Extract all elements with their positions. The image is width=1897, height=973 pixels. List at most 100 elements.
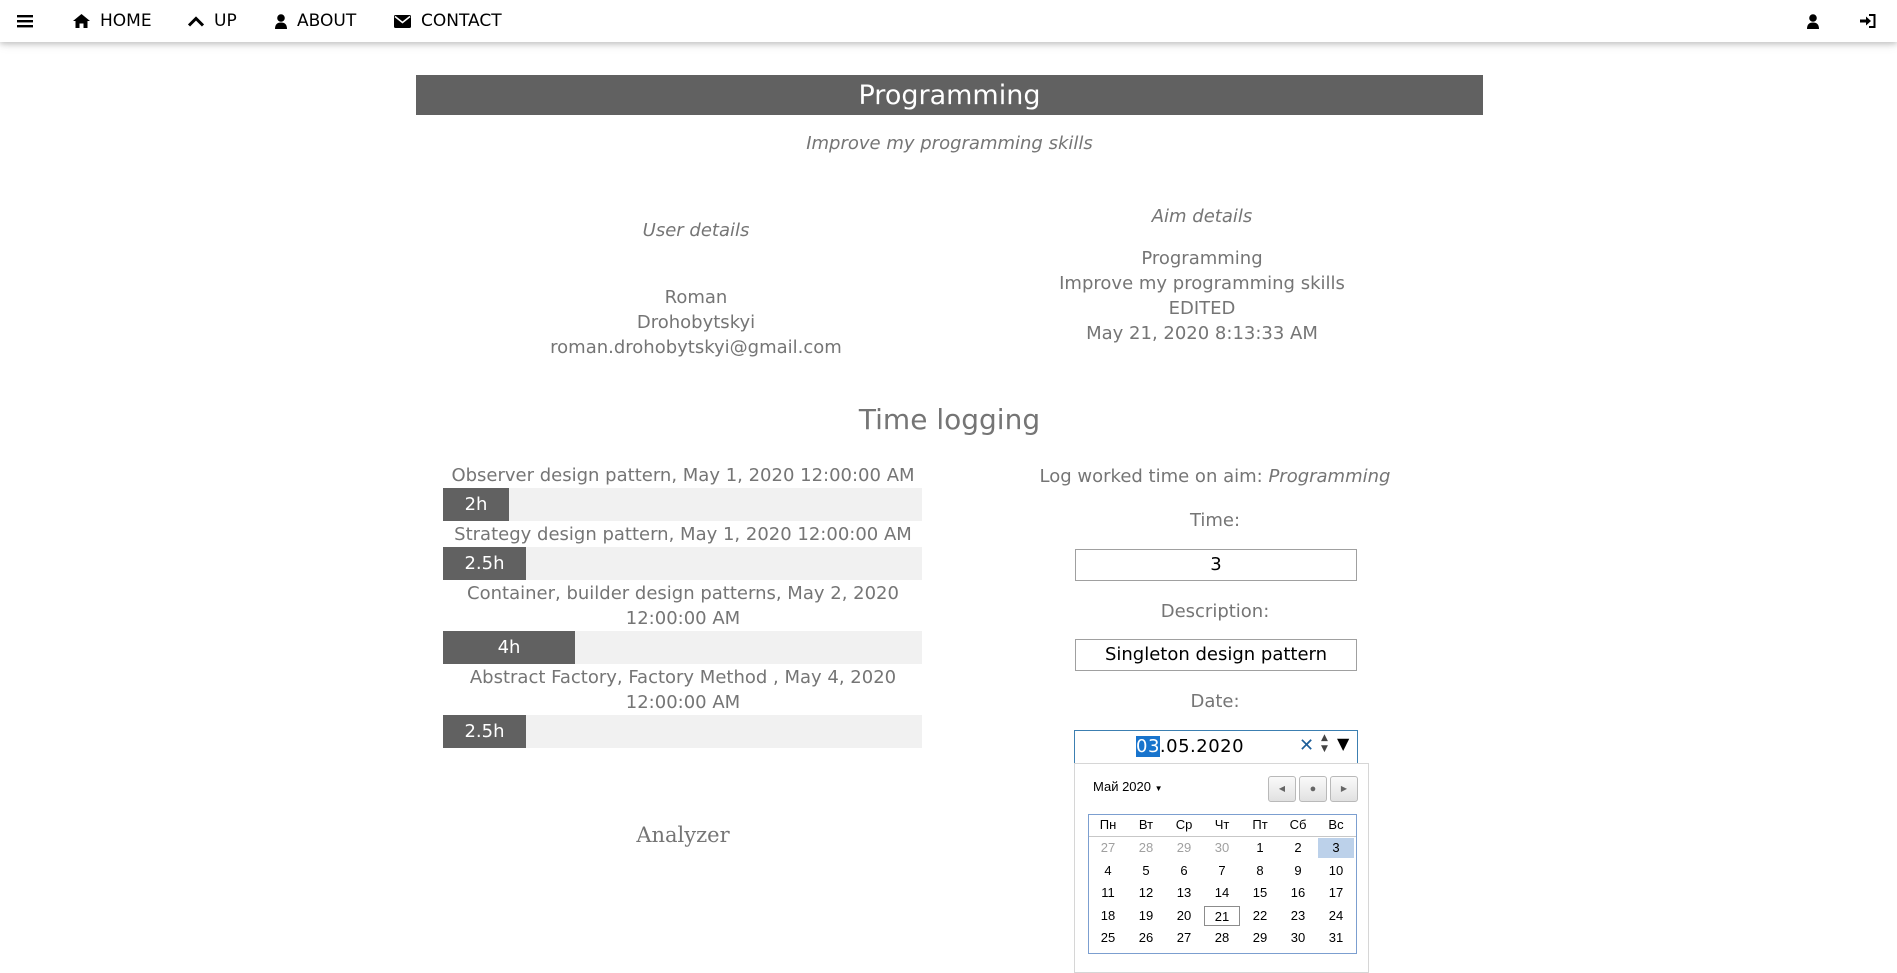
calendar-day[interactable]: 4 [1090, 861, 1126, 881]
date-day-segment[interactable]: 03 [1136, 736, 1160, 757]
time-input[interactable] [1075, 549, 1357, 581]
log-entry-title: Strategy design pattern, May 1, 2020 12:… [454, 524, 912, 545]
log-hours-fill: 4h [443, 631, 575, 664]
weekday-header: Вт [1138, 817, 1154, 832]
nav-up-label: UP [214, 11, 237, 31]
calendar-day[interactable]: 7 [1204, 861, 1240, 881]
calendar-day[interactable]: 21 [1204, 905, 1240, 926]
weekday-header: Пт [1252, 817, 1268, 832]
calendar-day[interactable]: 5 [1128, 861, 1164, 881]
calendar-day[interactable]: 15 [1242, 883, 1278, 903]
month-select[interactable]: Май 2020 ▼ [1093, 779, 1163, 794]
date-input[interactable]: 03.05.2020 ✕ ▲ ▼ ▼ [1074, 730, 1358, 764]
calendar-day[interactable]: 3 [1318, 838, 1354, 858]
calendar-day[interactable]: 30 [1280, 928, 1316, 948]
log-entry-title-line: Container, builder design patterns, May … [467, 583, 899, 604]
weekday-header: Сб [1289, 817, 1307, 832]
log-hours-fill: 2.5h [443, 715, 526, 748]
top-navbar: HOME UP ABOUT CONTACT [0, 0, 1897, 42]
description-label: Description: [1160, 601, 1270, 622]
weekday-header: Вс [1328, 817, 1344, 832]
calendar-grid: Пн Вт Ср Чт Пт Сб Вс 27 28 29 30 1 2 3 4 5 6 7 8 9 10 11 12 13 1… [1088, 814, 1357, 954]
calendar-day[interactable]: 18 [1090, 906, 1126, 926]
log-hours-fill: 2.5h [443, 547, 526, 580]
sign-in-icon[interactable] [1860, 0, 1876, 42]
log-hours-fill: 2h [443, 488, 509, 521]
account-icon[interactable] [1807, 0, 1819, 42]
log-entry-title: Container, builder design patterns, May … [443, 581, 923, 631]
calendar-header-divider [1089, 836, 1356, 837]
time-label: Time: [1189, 510, 1241, 531]
description-input[interactable] [1075, 639, 1357, 671]
aim-title-bar: Programming [416, 75, 1483, 115]
prev-month-button[interactable]: ◀ [1268, 776, 1296, 802]
weekday-header: Чт [1214, 817, 1230, 832]
log-hours-bar: 2.5h [443, 715, 922, 748]
calendar-day[interactable]: 27 [1166, 928, 1202, 948]
calendar-day[interactable]: 28 [1128, 838, 1164, 858]
nav-home-label: HOME [100, 11, 152, 31]
dropdown-arrow-icon[interactable]: ▼ [1337, 734, 1349, 753]
today-button[interactable]: ● [1299, 776, 1327, 802]
calendar-day[interactable]: 19 [1128, 906, 1164, 926]
aim-detail-date: May 21, 2020 8:13:33 AM [1086, 323, 1318, 344]
calendar-day[interactable]: 30 [1204, 838, 1240, 858]
calendar-day[interactable]: 12 [1128, 883, 1164, 903]
user-last-name: Drohobytskyi [636, 312, 756, 333]
calendar-day[interactable]: 8 [1242, 861, 1278, 881]
user-first-name: Roman [664, 287, 728, 308]
log-hours-bar: 4h [443, 631, 922, 664]
user-icon [275, 13, 287, 29]
user-email: roman.drohobytskyi@gmail.com [550, 337, 842, 358]
calendar-day[interactable]: 11 [1090, 883, 1126, 903]
calendar-day[interactable]: 20 [1166, 906, 1202, 926]
weekday-header: Ср [1175, 817, 1193, 832]
calendar-day[interactable]: 28 [1204, 928, 1240, 948]
date-rest-segment[interactable]: .05.2020 [1160, 736, 1244, 757]
calendar-day[interactable]: 10 [1318, 861, 1354, 881]
next-month-button[interactable]: ▶ [1330, 776, 1358, 802]
date-picker-popup: Май 2020 ▼ ◀ ● ▶ Пн Вт Ср Чт Пт Сб Вс 27 28 29 30 1… [1074, 763, 1369, 973]
calendar-day[interactable]: 2 [1280, 838, 1316, 858]
calendar-day[interactable]: 29 [1242, 928, 1278, 948]
clear-icon[interactable]: ✕ [1299, 735, 1314, 756]
calendar-day[interactable]: 23 [1280, 906, 1316, 926]
nav-up-link[interactable]: UP [188, 0, 237, 42]
date-value: 03.05.2020 [1136, 736, 1244, 757]
calendar-day[interactable]: 25 [1090, 928, 1126, 948]
aim-detail-description: Improve my programming skills [1059, 273, 1345, 294]
caret-down-icon: ▼ [1154, 784, 1163, 793]
nav-contact-label: CONTACT [421, 11, 502, 31]
log-form-aim-name: Programming [1268, 466, 1391, 487]
home-icon [73, 14, 90, 28]
calendar-day[interactable]: 22 [1242, 906, 1278, 926]
chevron-up-icon [188, 15, 204, 27]
nav-about-link[interactable]: ABOUT [275, 0, 356, 42]
spinner-icon[interactable]: ▲ ▼ [1321, 733, 1328, 755]
menu-icon[interactable] [17, 0, 33, 42]
log-entry-title-line: 12:00:00 AM [625, 692, 741, 713]
time-logging-heading: Time logging [858, 403, 1041, 436]
calendar-day[interactable]: 27 [1090, 838, 1126, 858]
calendar-day[interactable]: 26 [1128, 928, 1164, 948]
calendar-day[interactable]: 9 [1280, 861, 1316, 881]
calendar-day[interactable]: 14 [1204, 883, 1240, 903]
calendar-day[interactable]: 31 [1318, 928, 1354, 948]
log-entry-title: Abstract Factory, Factory Method , May 4… [443, 665, 923, 715]
aim-detail-status: EDITED [1168, 298, 1236, 319]
calendar-day[interactable]: 1 [1242, 838, 1278, 858]
user-details-label: User details [642, 220, 750, 241]
nav-home-link[interactable]: HOME [73, 0, 152, 42]
calendar-day[interactable]: 13 [1166, 883, 1202, 903]
nav-about-label: ABOUT [297, 11, 357, 31]
calendar-day[interactable]: 17 [1318, 883, 1354, 903]
calendar-day[interactable]: 24 [1318, 906, 1354, 926]
log-form-prefix: Log worked time on aim: [1039, 466, 1269, 487]
date-label: Date: [1190, 691, 1240, 712]
nav-contact-link[interactable]: CONTACT [394, 0, 502, 42]
log-hours-bar: 2.5h [443, 547, 922, 580]
calendar-day[interactable]: 6 [1166, 861, 1202, 881]
calendar-day[interactable]: 29 [1166, 838, 1202, 858]
calendar-day[interactable]: 16 [1280, 883, 1316, 903]
log-entry-title-line: Abstract Factory, Factory Method , May 4… [469, 667, 897, 688]
